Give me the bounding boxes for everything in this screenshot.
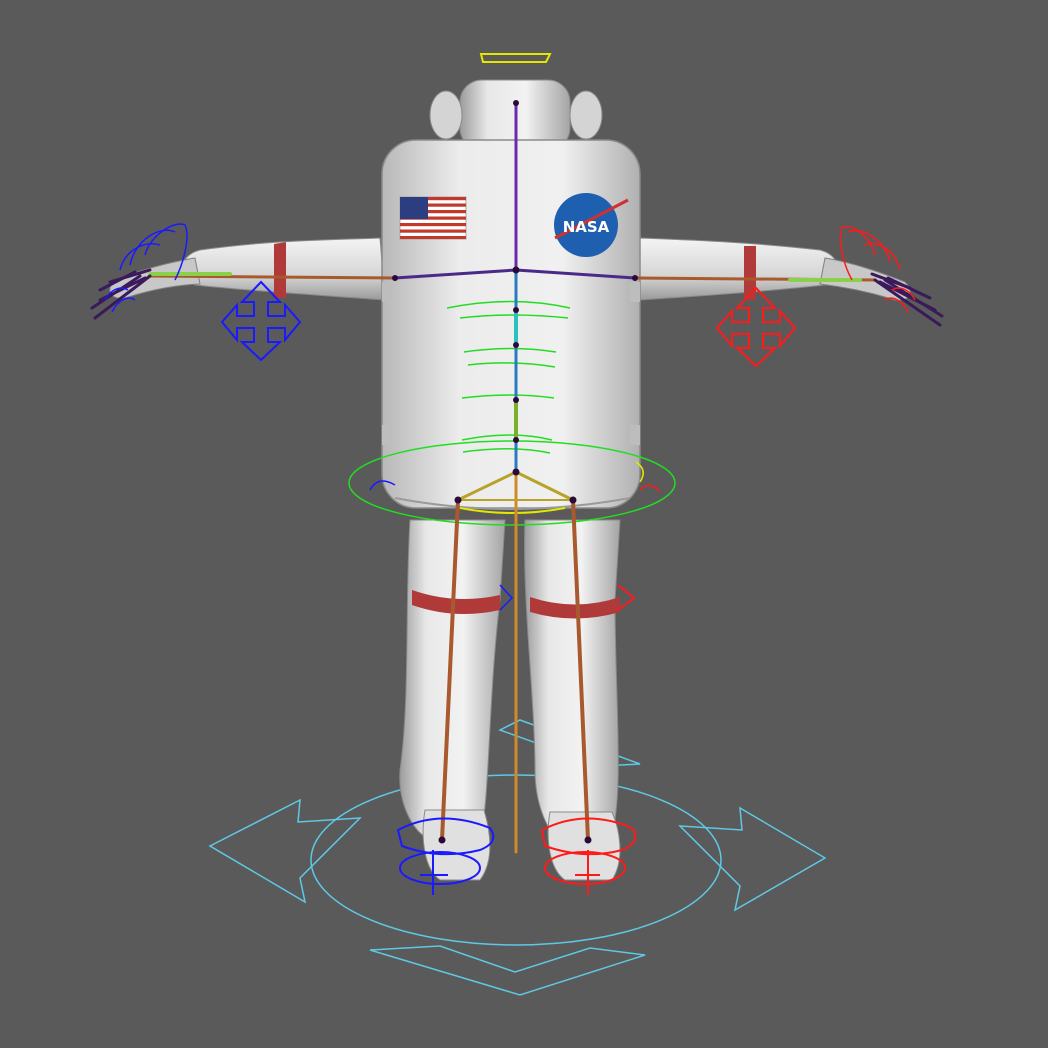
- scene-canvas[interactable]: NASA: [0, 0, 1048, 1048]
- move-arrows-icon[interactable]: [220, 280, 302, 362]
- backpack: [381, 139, 641, 510]
- flag-icon: [399, 196, 467, 240]
- 3d-viewport[interactable]: NASA: [0, 0, 1048, 1048]
- leg-right: [524, 519, 621, 881]
- right-hand-bones[interactable]: [872, 274, 942, 325]
- left-knee-control[interactable]: [499, 584, 514, 611]
- logo-text: NASA: [563, 218, 610, 236]
- arm-right: [637, 237, 911, 301]
- head-control-icon[interactable]: [479, 53, 552, 63]
- leg-left: [399, 519, 506, 881]
